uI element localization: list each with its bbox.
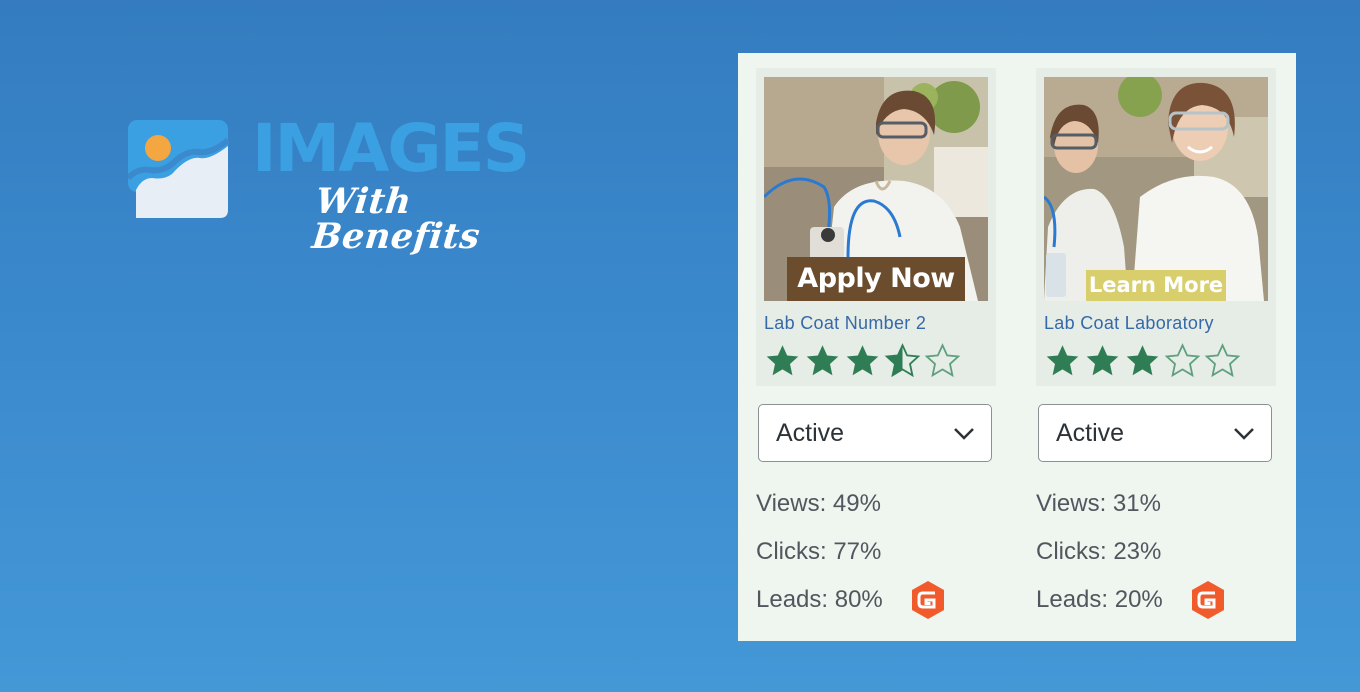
variant-title-link[interactable]: Lab Coat Laboratory <box>1044 313 1214 334</box>
leads-stat: Leads: 20% <box>1036 586 1163 613</box>
rating-stars <box>764 343 961 379</box>
variant-preview[interactable]: Apply Now Lab Coat Number 2 <box>756 68 996 386</box>
views-stat: Views: 49% <box>756 490 881 517</box>
star-full-icon <box>1086 345 1119 376</box>
star-full-icon <box>846 345 879 376</box>
gravity-forms-icon[interactable] <box>910 580 946 620</box>
clicks-stat: Clicks: 23% <box>1036 538 1162 565</box>
variant-image[interactable]: Apply Now <box>764 77 988 301</box>
cta-apply-now: Apply Now <box>787 257 965 301</box>
star-full-icon <box>1126 345 1159 376</box>
variant-preview[interactable]: Learn More Lab Coat Laboratory <box>1036 68 1276 386</box>
image-variants-panel: Apply Now Lab Coat Number 2 Active Views… <box>738 53 1296 641</box>
image-icon <box>128 120 230 218</box>
rating-stars <box>1044 343 1241 379</box>
leads-stat: Leads: 80% <box>756 586 883 613</box>
star-full-icon <box>806 345 839 376</box>
star-empty-icon <box>924 343 961 378</box>
status-select[interactable]: Active <box>1038 404 1272 462</box>
star-full-icon <box>766 345 799 376</box>
views-stat: Views: 31% <box>1036 490 1161 517</box>
star-empty-icon <box>1164 343 1201 378</box>
lab-photo <box>1044 77 1268 301</box>
status-value: Active <box>776 419 845 447</box>
variant-title-link[interactable]: Lab Coat Number 2 <box>764 313 926 334</box>
brand-logo: IMAGES With Benefits <box>128 110 530 257</box>
status-select[interactable]: Active <box>758 404 992 462</box>
clicks-stat: Clicks: 77% <box>756 538 882 565</box>
gravity-forms-icon[interactable] <box>1190 580 1226 620</box>
star-full-icon <box>1046 345 1079 376</box>
variant-image[interactable]: Learn More <box>1044 77 1268 301</box>
logo-wordmark: IMAGES <box>252 110 530 187</box>
status-value: Active <box>1056 419 1125 447</box>
cta-learn-more: Learn More <box>1086 270 1226 301</box>
logo-tagline: With Benefits <box>310 181 483 257</box>
star-empty-icon <box>1204 343 1241 378</box>
star-half-icon <box>884 343 921 378</box>
chevron-down-icon <box>954 428 974 440</box>
chevron-down-icon <box>1234 428 1254 440</box>
